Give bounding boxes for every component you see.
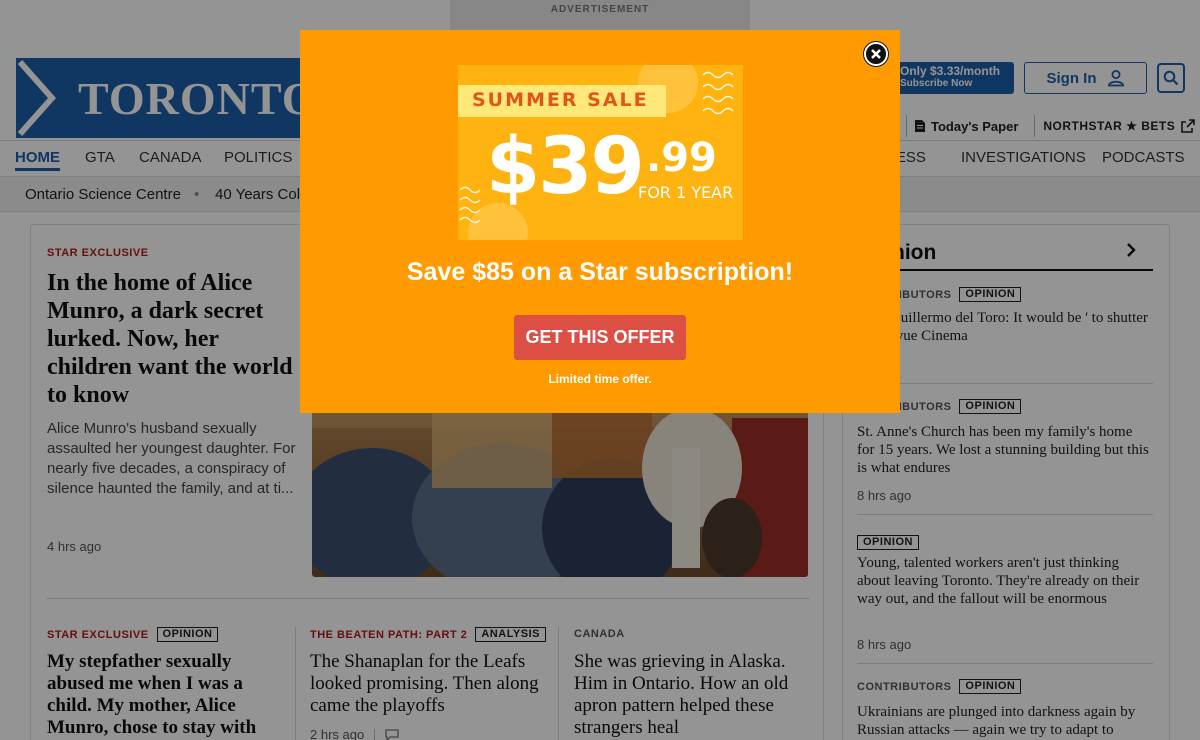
sale-price-term: FOR 1 YEAR [638, 183, 734, 202]
summer-sale-label: SUMMER SALE [458, 85, 666, 117]
subscription-offer-modal: SUMMER SALE $39 .99 FOR 1 YEAR Save $85 … [300, 30, 900, 413]
close-icon [871, 49, 881, 59]
offer-fine-print: Limited time offer. [548, 372, 652, 386]
close-modal-button[interactable] [864, 42, 888, 66]
get-offer-button[interactable]: GET THIS OFFER [514, 315, 686, 360]
sale-price-cents: .99 [646, 135, 717, 181]
offer-headline: Save $85 on a Star subscription! [406, 258, 794, 286]
summer-sale-graphic: SUMMER SALE $39 .99 FOR 1 YEAR [458, 65, 743, 240]
sale-price-dollars: $39 [486, 122, 645, 212]
